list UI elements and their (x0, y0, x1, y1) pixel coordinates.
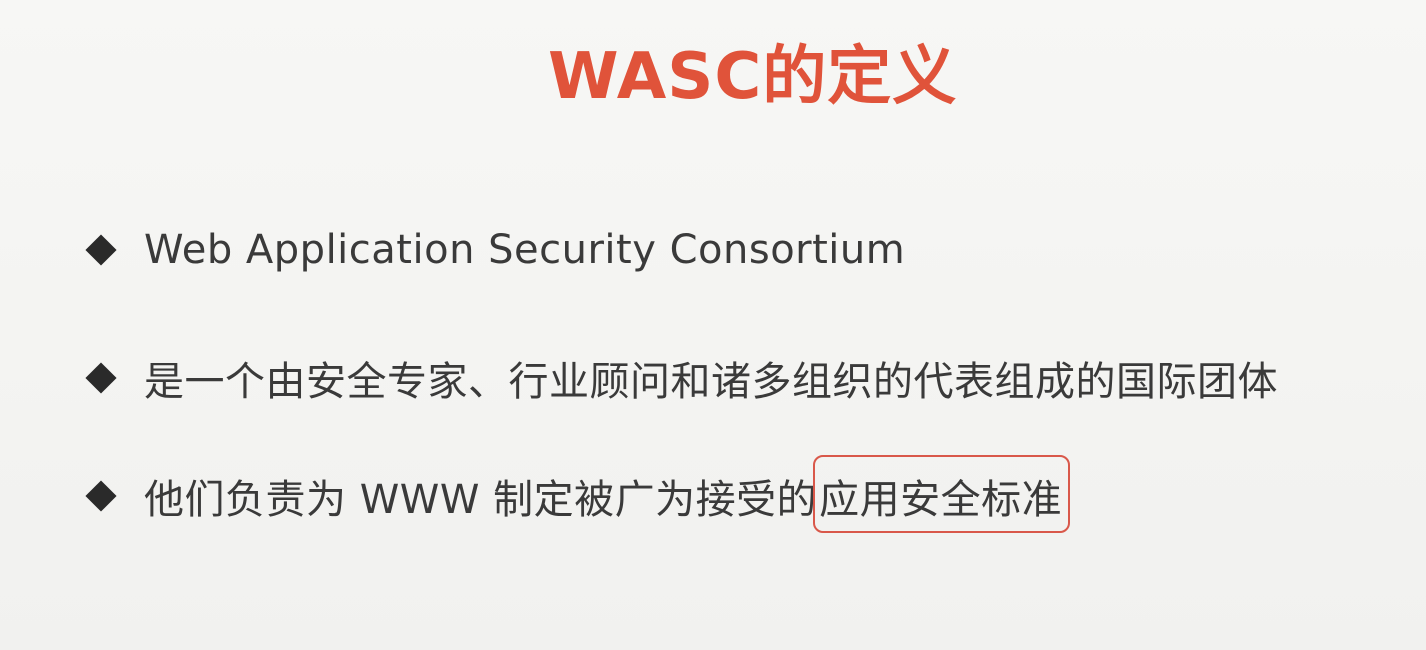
bullet-text: Web Application Security Consortium (144, 227, 906, 273)
diamond-bullet-icon (85, 480, 117, 512)
bullet-item-1: Web Application Security Consortium (84, 218, 905, 282)
diamond-bullet-icon (85, 234, 117, 266)
bullet-item-3: 他们负责为 WWW 制定被广为接受的应用安全标准 (84, 455, 1071, 533)
slide-title: WASC的定义 (548, 40, 958, 114)
bullet-text: 是一个由安全专家、行业顾问和诸多组织的代表组成的国际团体 (144, 359, 1278, 405)
diamond-bullet-icon (85, 362, 117, 394)
bullet-text-before: 他们负责为 WWW 制定被广为接受的 (144, 477, 818, 523)
bullet-item-2: 是一个由安全专家、行业顾问和诸多组织的代表组成的国际团体 (84, 346, 1278, 410)
highlighted-phrase: 应用安全标准 (813, 455, 1071, 533)
bullet-text: 他们负责为 WWW 制定被广为接受的应用安全标准 (144, 455, 1071, 533)
highlight-text: 应用安全标准 (819, 477, 1063, 523)
slide: WASC的定义 Web Application Security Consort… (0, 0, 1426, 650)
